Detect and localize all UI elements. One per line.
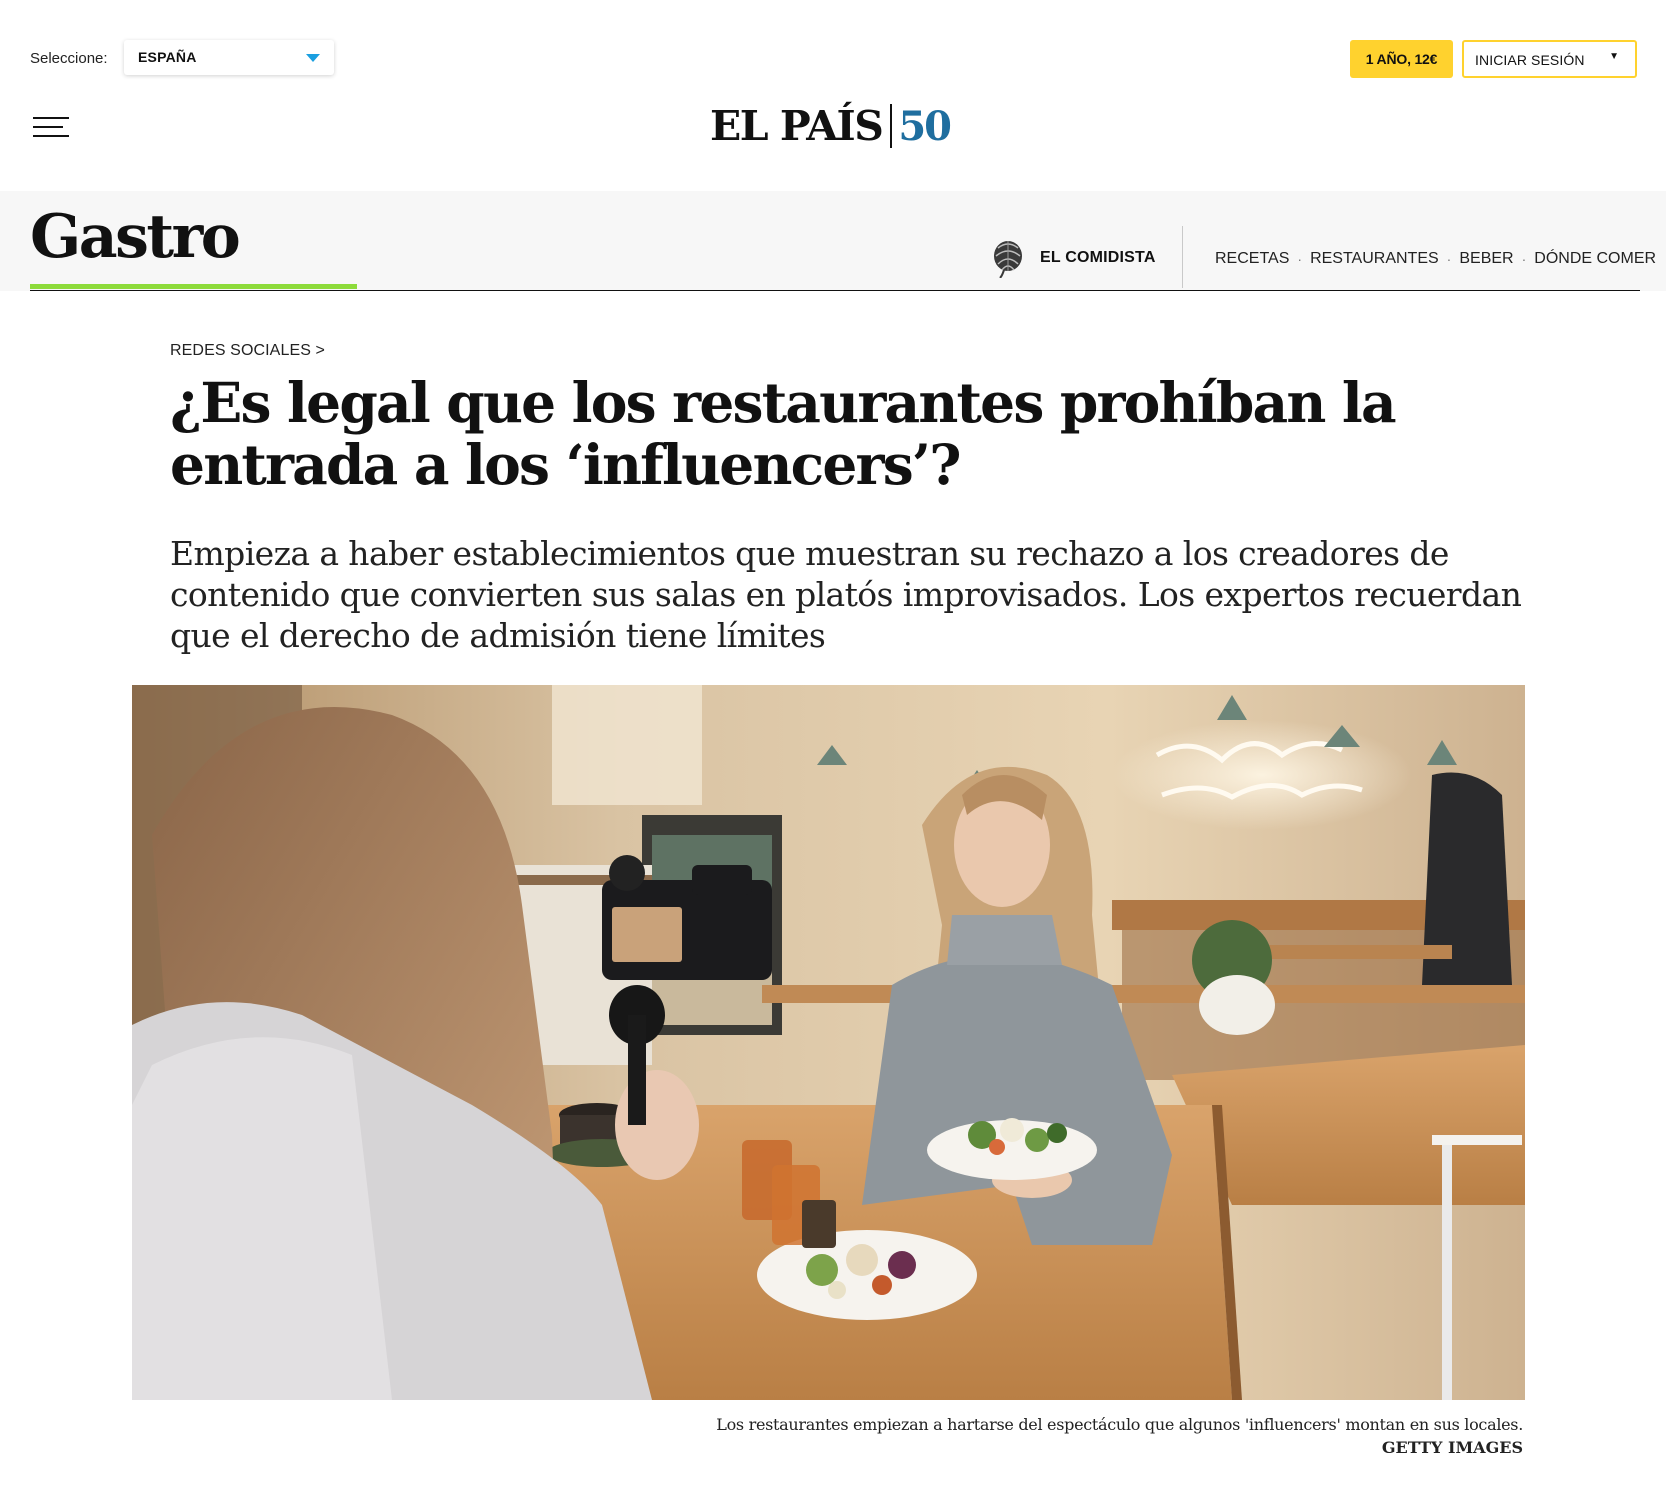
artichoke-icon bbox=[994, 241, 1022, 278]
article-photo bbox=[132, 685, 1525, 1400]
photo-credit: GETTY IMAGES bbox=[1381, 1438, 1523, 1457]
region-label: Seleccione: bbox=[30, 50, 108, 67]
logo-anniversary: 50 bbox=[898, 102, 952, 150]
region-select[interactable]: ESPAÑA bbox=[124, 40, 334, 75]
nav-item-restaurantes[interactable]: RESTAURANTES bbox=[1310, 250, 1439, 268]
logo-name: EL PAÍS bbox=[710, 102, 884, 150]
photo-caption: Los restaurantes empiezan a hartarse del… bbox=[716, 1415, 1523, 1434]
el-comidista-label: EL COMIDISTA bbox=[1040, 249, 1156, 266]
section-nav: RECETAS · RESTAURANTES · BEBER · DÓNDE C… bbox=[1215, 250, 1656, 268]
nav-divider bbox=[1182, 226, 1183, 288]
article-headline: ¿Es legal que los restaurantes prohíban … bbox=[170, 370, 1397, 497]
el-comidista-link[interactable]: EL COMIDISTA bbox=[990, 238, 1156, 278]
login-arrow-icon: ▼ bbox=[1609, 51, 1619, 62]
logo-separator bbox=[890, 104, 893, 148]
article-standfirst: Empieza a haber establecimientos que mue… bbox=[170, 534, 1522, 655]
section-title[interactable]: Gastro bbox=[30, 207, 241, 267]
section-underline-accent bbox=[30, 284, 357, 289]
el-pais-logo[interactable]: EL PAÍS 50 bbox=[710, 100, 952, 152]
region-select-value: ESPAÑA bbox=[138, 49, 197, 65]
nav-item-beber[interactable]: BEBER bbox=[1459, 250, 1513, 268]
top-bar: Seleccione: ESPAÑA 1 AÑO, 12€ INICIAR SE… bbox=[0, 0, 1666, 90]
login-button[interactable]: INICIAR SESIÓN ▼ bbox=[1462, 40, 1637, 78]
nav-item-donde-comer[interactable]: DÓNDE COMER bbox=[1534, 250, 1656, 268]
nav-separator: · bbox=[1446, 251, 1452, 267]
subscribe-button[interactable]: 1 AÑO, 12€ bbox=[1350, 40, 1453, 78]
hamburger-menu-icon[interactable] bbox=[33, 115, 71, 139]
nav-item-recetas[interactable]: RECETAS bbox=[1215, 250, 1289, 268]
nav-separator: · bbox=[1521, 251, 1527, 267]
section-underline bbox=[30, 290, 1640, 291]
login-button-label: INICIAR SESIÓN bbox=[1475, 52, 1585, 68]
section-band bbox=[0, 191, 1666, 291]
caret-down-icon bbox=[306, 54, 320, 62]
article-kicker[interactable]: REDES SOCIALES > bbox=[170, 342, 325, 360]
nav-separator: · bbox=[1297, 251, 1303, 267]
